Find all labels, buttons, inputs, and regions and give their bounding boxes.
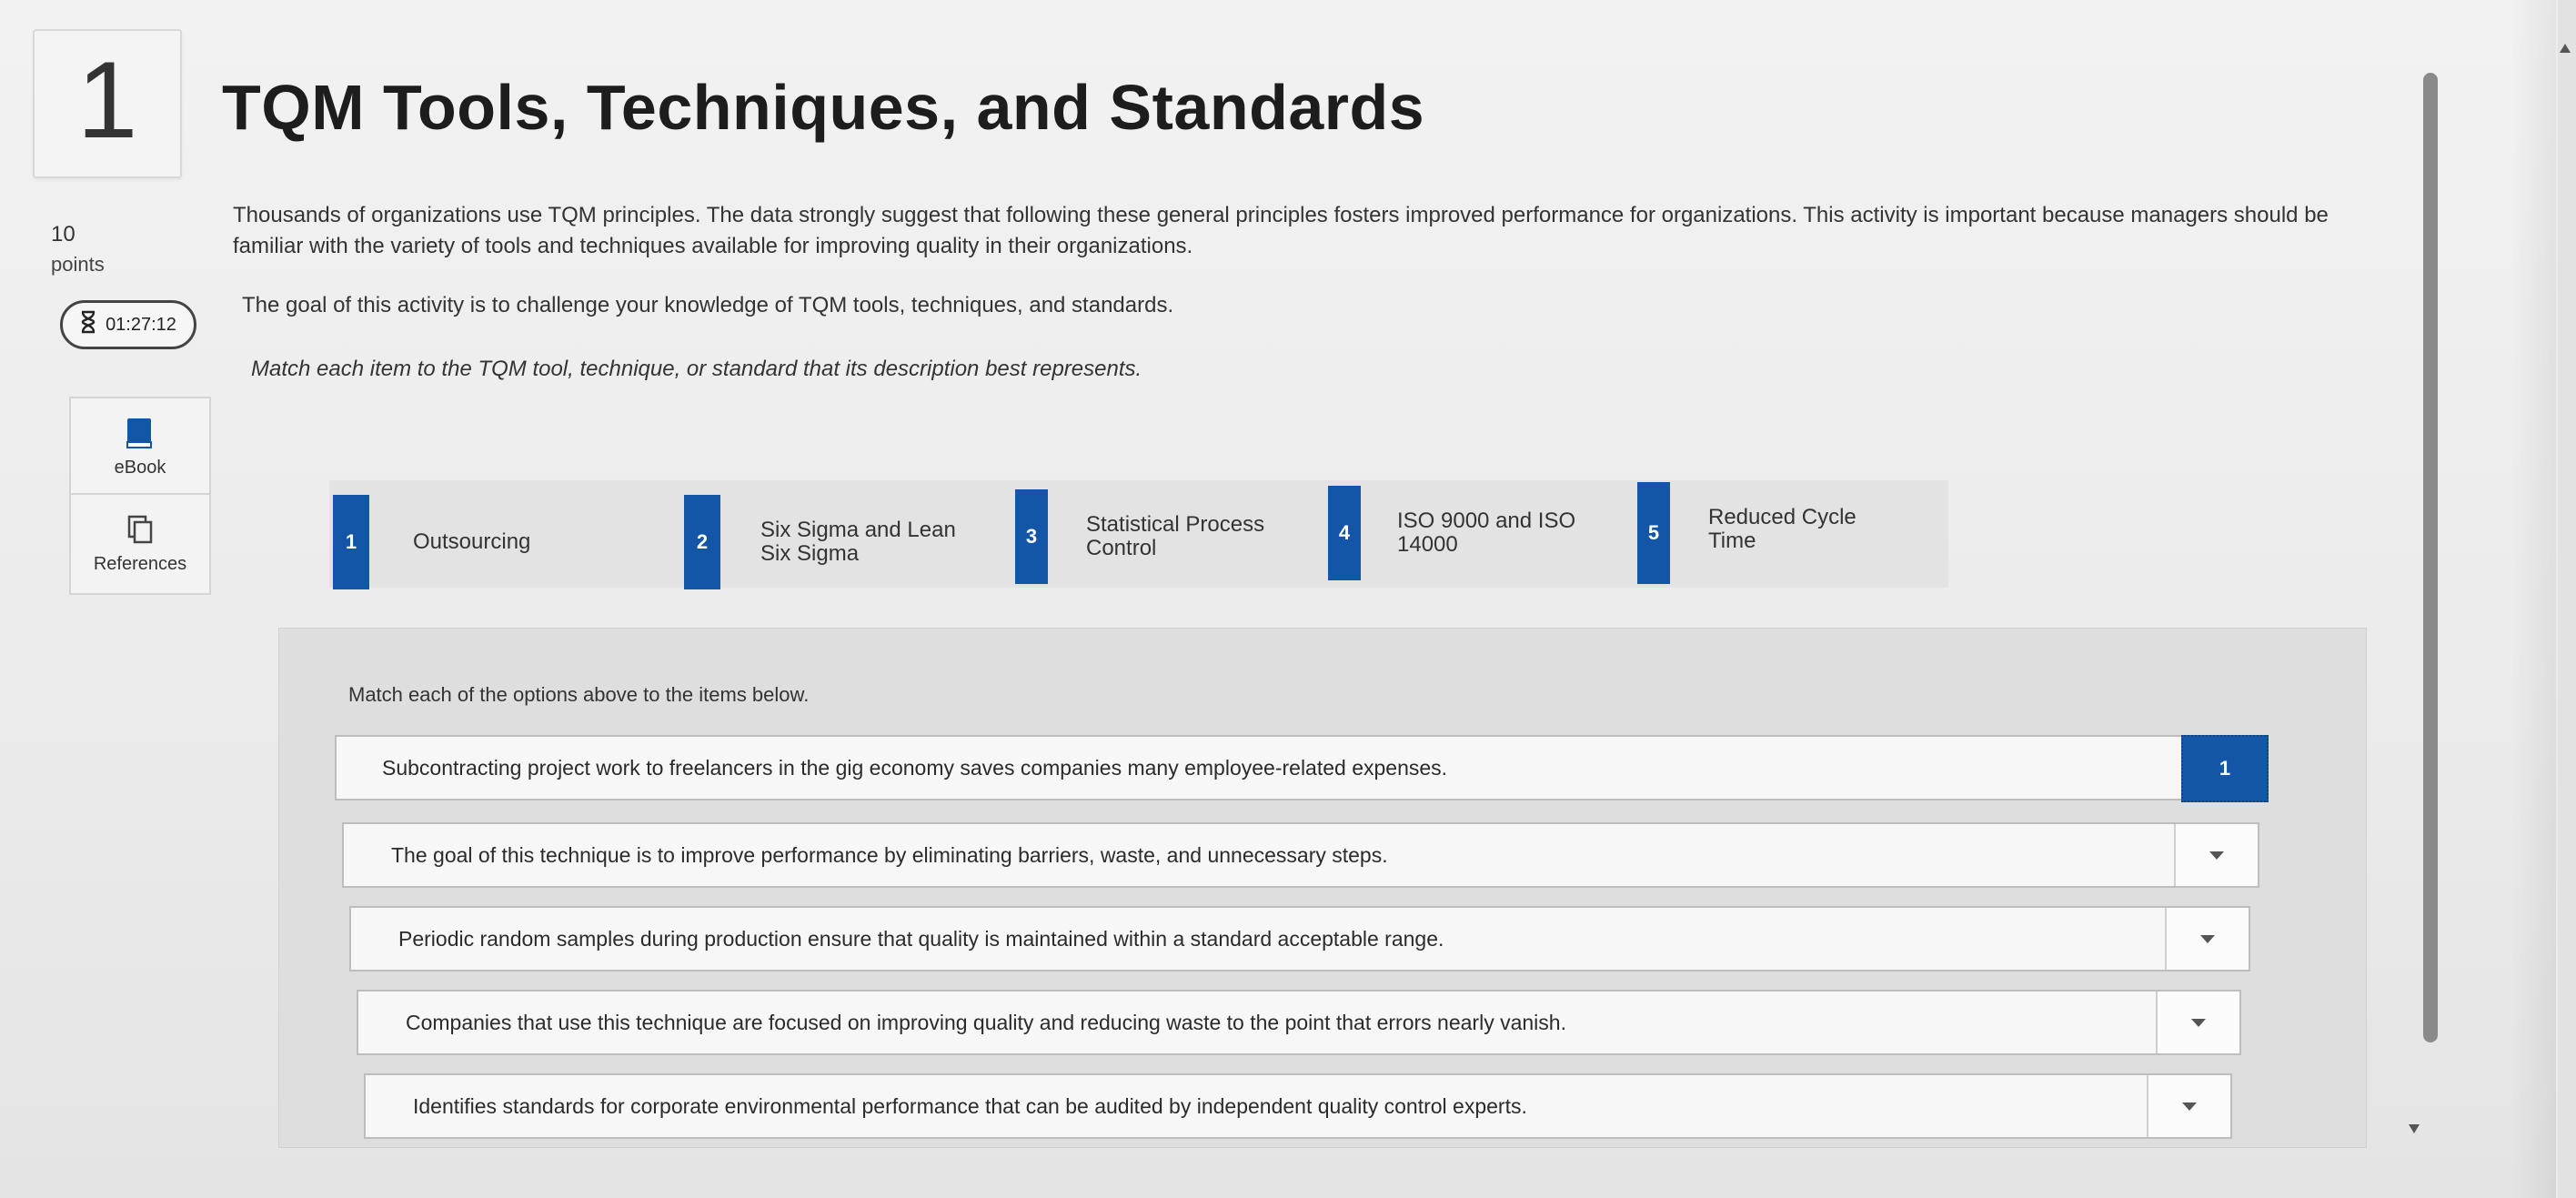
- intro-text: Thousands of organizations use TQM princ…: [233, 203, 2329, 258]
- match-item-text: Companies that use this technique are fo…: [406, 1010, 1566, 1034]
- option-label: Reduced Cycle Time: [1708, 505, 1857, 553]
- question-number: 1: [76, 39, 138, 161]
- option-number: 5: [1637, 482, 1670, 584]
- book-icon: [126, 418, 152, 448]
- match-item-text: Periodic random samples during productio…: [398, 926, 1444, 951]
- documents-icon: [127, 515, 153, 544]
- option-label: ISO 9000 and ISO 14000: [1397, 508, 1576, 557]
- page-scrollbar-thumb[interactable]: [2423, 73, 2438, 1042]
- match-row-1: Subcontracting project work to freelance…: [335, 735, 2183, 800]
- hourglass-icon: [80, 310, 96, 339]
- match-item-text: Identifies standards for corporate envir…: [413, 1093, 1527, 1118]
- window-scrollbar[interactable]: [2558, 0, 2576, 1198]
- match-heading: Match each of the options above to the i…: [348, 683, 810, 706]
- match-item-text: Subcontracting project work to freelance…: [382, 755, 1448, 780]
- chevron-down-icon: [2209, 851, 2224, 860]
- option-label: Statistical Process Control: [1086, 512, 1265, 560]
- points-value: 10: [51, 222, 75, 247]
- match-row-2: The goal of this technique is to improve…: [342, 822, 2259, 888]
- goal-text: The goal of this activity is to challeng…: [242, 293, 1174, 317]
- scroll-up-arrow-icon[interactable]: [2560, 44, 2571, 53]
- frame-edge: [2511, 0, 2556, 1198]
- instruction-text: Match each item to the TQM tool, techniq…: [251, 357, 1142, 381]
- selected-option: 1: [2219, 757, 2231, 780]
- option-number: 2: [684, 495, 720, 589]
- option-number: 1: [333, 495, 369, 589]
- match-select-1[interactable]: 1: [2181, 735, 2269, 802]
- match-row-5: Identifies standards for corporate envir…: [364, 1073, 2232, 1139]
- match-row-4: Companies that use this technique are fo…: [357, 990, 2241, 1055]
- option-label: Six Sigma and Lean Six Sigma: [760, 518, 956, 566]
- match-select-3[interactable]: [2165, 908, 2249, 970]
- match-item-text: The goal of this technique is to improve…: [391, 842, 1388, 867]
- chevron-down-icon: [2191, 1018, 2206, 1027]
- references-label: References: [93, 554, 187, 574]
- match-select-5[interactable]: [2147, 1075, 2230, 1137]
- scroll-down-arrow-icon[interactable]: [2409, 1124, 2420, 1133]
- ebook-button[interactable]: eBook: [71, 398, 209, 495]
- ebook-label: eBook: [114, 458, 166, 478]
- option-2[interactable]: 2 Six Sigma and Lean Six Sigma: [684, 495, 993, 589]
- option-number: 4: [1328, 486, 1361, 580]
- match-row-3: Periodic random samples during productio…: [349, 906, 2250, 971]
- timer-text: 01:27:12: [106, 314, 176, 335]
- match-select-2[interactable]: [2174, 824, 2258, 886]
- chevron-down-icon: [2182, 1102, 2197, 1111]
- resources-panel: eBook References: [69, 397, 211, 595]
- timer-badge[interactable]: 01:27:12: [60, 300, 196, 349]
- question-number-box: 1: [33, 29, 182, 178]
- option-1[interactable]: 1 Outsourcing: [333, 495, 642, 589]
- page-title: TQM Tools, Techniques, and Standards: [222, 72, 1425, 143]
- references-button[interactable]: References: [71, 495, 209, 589]
- option-4[interactable]: 4 ISO 9000 and ISO 14000: [1328, 486, 1637, 580]
- match-panel: Match each of the options above to the i…: [278, 628, 2367, 1148]
- page: 1 10 points 01:27:12 eBook References TQ: [0, 0, 2556, 1198]
- points-label: points: [51, 253, 105, 276]
- option-5[interactable]: 5 Reduced Cycle Time: [1637, 482, 1947, 584]
- chevron-down-icon: [2200, 934, 2215, 943]
- match-select-4[interactable]: [2156, 992, 2239, 1053]
- option-label: Outsourcing: [413, 529, 531, 554]
- option-3[interactable]: 3 Statistical Process Control: [1015, 489, 1324, 584]
- option-number: 3: [1015, 489, 1048, 584]
